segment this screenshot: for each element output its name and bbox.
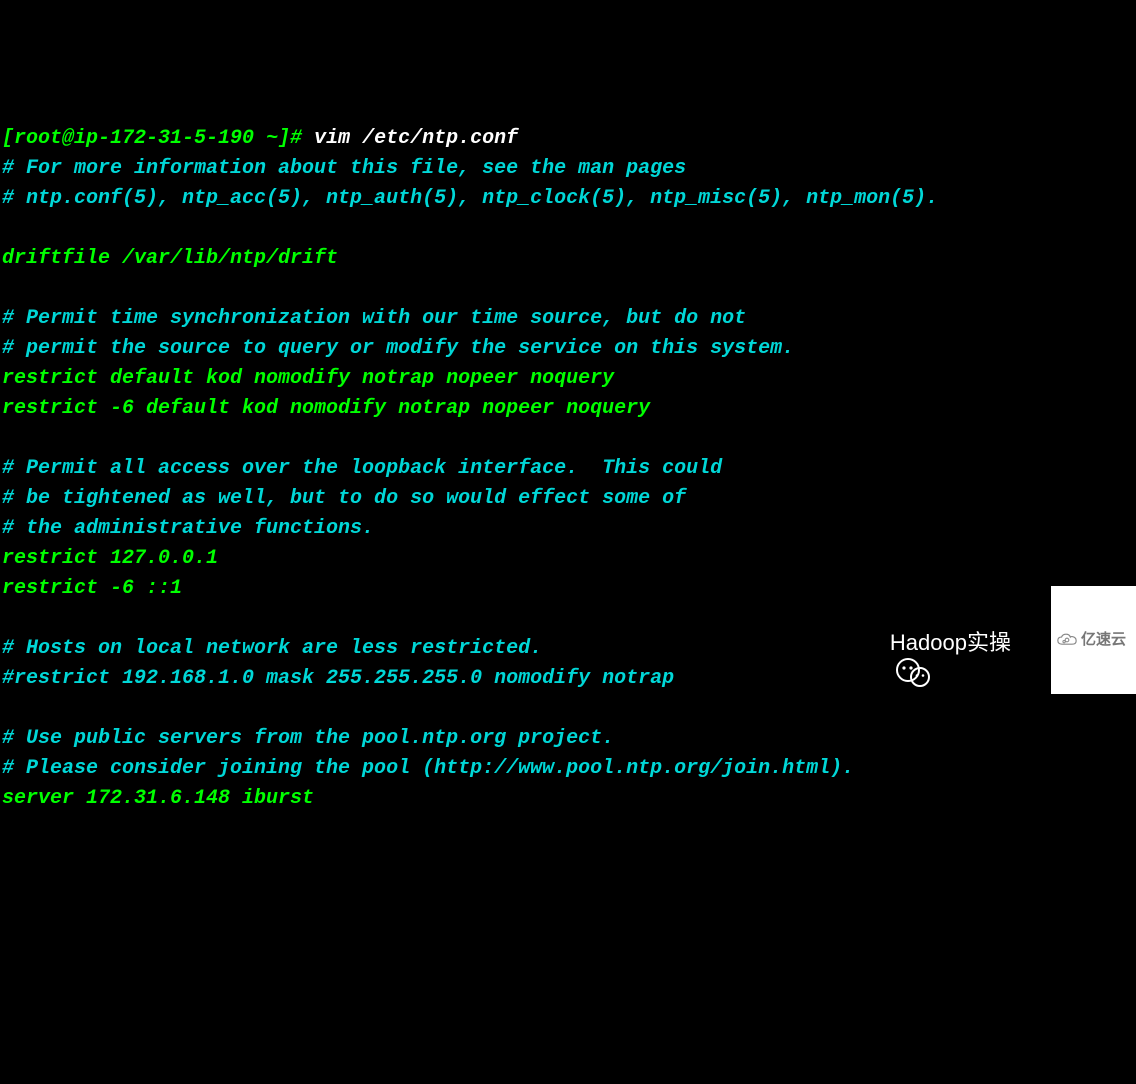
editor-line: # be tightened as well, but to do so wou…: [2, 484, 1134, 514]
editor-line: # permit the source to query or modify t…: [2, 334, 1134, 364]
editor-line: driftfile /var/lib/ntp/drift: [2, 244, 1134, 274]
editor-line: # Please consider joining the pool (http…: [2, 754, 1134, 784]
editor-line: [2, 694, 1134, 724]
wechat-watermark-text: Hadoop实操: [890, 626, 1011, 659]
editor-buffer[interactable]: # For more information about this file, …: [2, 154, 1134, 814]
provider-watermark: 亿速云: [1051, 586, 1136, 694]
shell-command: vim /etc/ntp.conf: [314, 127, 518, 150]
editor-line: #restrict 192.168.1.0 mask 255.255.255.0…: [2, 664, 1134, 694]
provider-watermark-text: 亿速云: [1081, 629, 1126, 652]
editor-line: # Permit all access over the loopback in…: [2, 454, 1134, 484]
editor-line: server 172.31.6.148 iburst: [2, 784, 1134, 814]
terminal-viewport[interactable]: [root@ip-172-31-5-190 ~]# vim /etc/ntp.c…: [2, 124, 1134, 814]
editor-line: [2, 214, 1134, 244]
wechat-watermark: Hadoop实操: [848, 626, 1011, 659]
editor-line: # For more information about this file, …: [2, 154, 1134, 184]
editor-line: restrict 127.0.0.1: [2, 544, 1134, 574]
editor-line: # ntp.conf(5), ntp_acc(5), ntp_auth(5), …: [2, 184, 1134, 214]
editor-line: [2, 274, 1134, 304]
shell-prompt: [root@ip-172-31-5-190 ~]#: [2, 127, 314, 150]
editor-line: # the administrative functions.: [2, 514, 1134, 544]
cloud-icon: [1057, 588, 1077, 692]
editor-line: restrict -6 ::1: [2, 574, 1134, 604]
editor-line: [2, 424, 1134, 454]
shell-line: [root@ip-172-31-5-190 ~]# vim /etc/ntp.c…: [2, 124, 1134, 154]
wechat-icon: [848, 628, 884, 658]
editor-line: # Permit time synchronization with our t…: [2, 304, 1134, 334]
editor-line: restrict default kod nomodify notrap nop…: [2, 364, 1134, 394]
editor-line: restrict -6 default kod nomodify notrap …: [2, 394, 1134, 424]
editor-line: # Use public servers from the pool.ntp.o…: [2, 724, 1134, 754]
